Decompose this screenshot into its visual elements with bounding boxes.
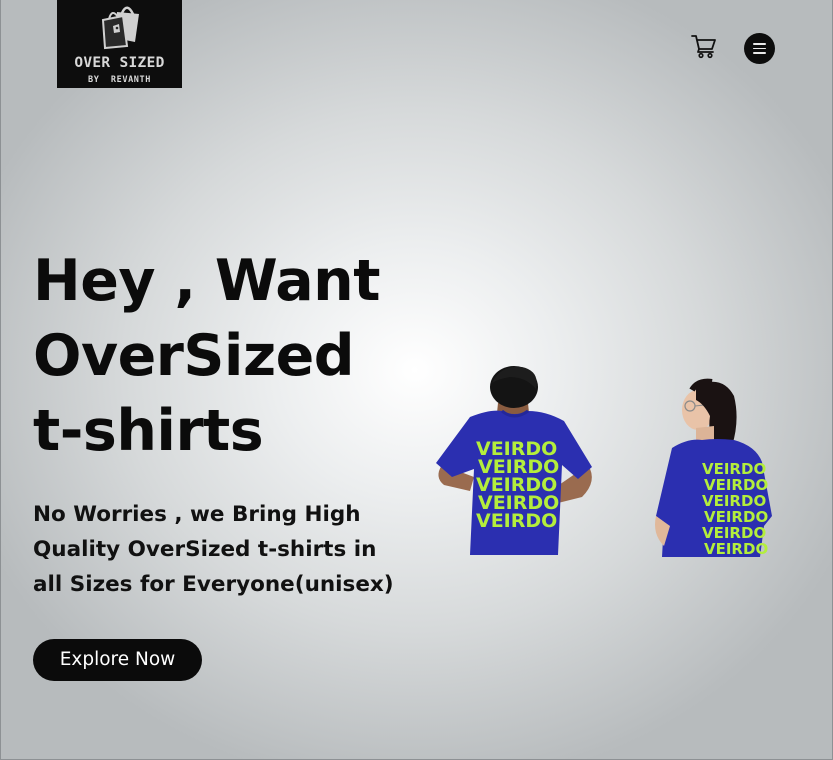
cart-button[interactable] — [690, 33, 718, 59]
hero-title-line: OverSized — [33, 323, 355, 389]
logo-title: OVER SIZED — [74, 55, 165, 71]
hamburger-menu-icon — [753, 43, 766, 45]
brand-logo[interactable]: OVER SIZED BY REVANTH — [57, 0, 182, 88]
hero-title-line: Hey , Want — [33, 248, 381, 314]
hero-title-line: t-shirts — [33, 398, 264, 464]
hero-subtitle-line: all Sizes for Everyone(unisex) — [33, 572, 394, 597]
logo-subtitle: BY REVANTH — [88, 75, 151, 85]
shirt-print: VEIRDO VEIRDO VEIRDO VEIRDO VEIRDO VEIRD… — [702, 460, 768, 557]
shopping-cart-icon — [691, 35, 716, 59]
explore-now-button[interactable]: Explore Now — [33, 639, 202, 681]
svg-text:VEIRDO: VEIRDO — [476, 510, 557, 532]
svg-text:VEIRDO: VEIRDO — [704, 540, 768, 557]
menu-button[interactable] — [744, 33, 775, 64]
shopping-bag-logo-icon — [101, 6, 139, 50]
model-image-man-back: VEIRDO VEIRDO VEIRDO VEIRDO VEIRDO — [436, 366, 592, 555]
hero-subtitle-line: Quality OverSized t-shirts in — [33, 537, 377, 562]
hero-subtitle: No Worries , we Bring High Quality OverS… — [33, 497, 403, 602]
shirt-print: VEIRDO VEIRDO VEIRDO VEIRDO VEIRDO — [476, 438, 559, 532]
model-image-woman-back: VEIRDO VEIRDO VEIRDO VEIRDO VEIRDO VEIRD… — [655, 378, 772, 557]
hero-title: Hey , Want OverSized t-shirts — [33, 244, 433, 469]
hero-subtitle-line: No Worries , we Bring High — [33, 502, 361, 527]
